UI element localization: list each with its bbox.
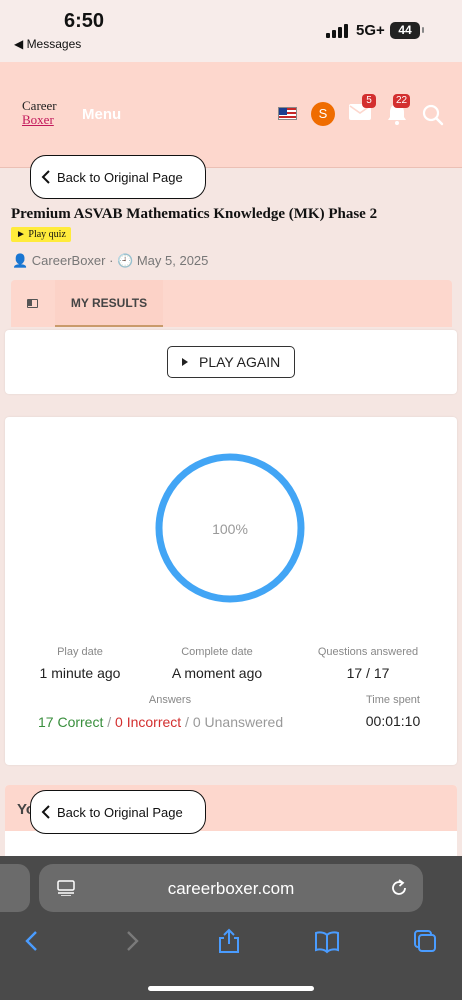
play-quiz-badge[interactable]: ► Play quiz: [11, 227, 71, 242]
play-again-card: PLAY AGAIN: [5, 330, 457, 394]
score-percent: 100%: [212, 521, 248, 537]
tab-my-results[interactable]: MY RESULTS: [55, 280, 163, 327]
correct-count: 17 Correct: [38, 714, 104, 730]
questions-answered-label: Questions answered: [317, 646, 419, 658]
time-spent-label: Time spent: [365, 694, 420, 706]
notifications-button[interactable]: 22: [385, 94, 411, 126]
chevron-left-icon: [41, 805, 50, 819]
questions-answered-value: 17 / 17: [346, 665, 390, 681]
network-label: 5G+: [356, 22, 385, 39]
us-flag-icon[interactable]: [278, 107, 297, 120]
home-indicator: [148, 986, 314, 991]
address-bar[interactable]: careerboxer.com: [39, 864, 423, 912]
results-card: 100% Play date 1 minute ago Complete dat…: [5, 417, 457, 765]
time-spent-value: 00:01:10: [365, 713, 421, 729]
forward-arrow-icon[interactable]: [118, 928, 144, 954]
complete-date-value: A moment ago: [171, 665, 263, 681]
back-to-original-page-button-floating[interactable]: Back to Original Page: [30, 790, 206, 834]
tabs-icon[interactable]: [412, 928, 438, 954]
back-to-original-page-button[interactable]: Back to Original Page: [30, 155, 206, 199]
url-text: careerboxer.com: [167, 879, 295, 898]
results-tabs: MY RESULTS: [11, 280, 452, 327]
avatar[interactable]: S: [311, 102, 335, 126]
answers-label: Answers: [148, 694, 192, 706]
complete-date-label: Complete date: [181, 646, 253, 658]
play-again-label: PLAY AGAIN: [199, 354, 281, 370]
back-to-messages-link[interactable]: ◀ Messages: [14, 37, 81, 51]
careerboxer-logo[interactable]: Career Boxer: [22, 99, 57, 127]
back-button-label: Back to Original Page: [57, 805, 183, 820]
battery-icon: 44: [390, 22, 424, 39]
answers-separator: /: [103, 714, 116, 730]
quiz-title: Premium ASVAB Mathematics Knowledge (MK)…: [11, 206, 378, 222]
mail-badge: 5: [362, 94, 376, 108]
answers-separator: /: [181, 714, 193, 730]
status-bar: 6:50 ◀ Messages 5G+ 44: [0, 0, 462, 62]
notifications-badge: 22: [393, 94, 411, 108]
unanswered-count: 0 Unanswered: [192, 714, 284, 730]
reload-icon[interactable]: [389, 878, 409, 898]
bookmarks-icon[interactable]: [314, 928, 340, 954]
browser-toolbar: careerboxer.com: [0, 856, 462, 1000]
sidebar-toggle-icon[interactable]: [27, 299, 38, 308]
logo-line2: Boxer: [22, 112, 54, 127]
previous-tab-preview[interactable]: [0, 864, 30, 912]
menu-button[interactable]: Menu: [82, 106, 121, 123]
answers-summary: 17 Correct / 0 Incorrect / 0 Unanswered: [38, 714, 283, 730]
play-again-button[interactable]: PLAY AGAIN: [167, 346, 295, 378]
site-header: Career Boxer Menu S 5 22: [0, 62, 462, 168]
logo-line1: Career: [22, 98, 57, 113]
chevron-left-icon: [41, 170, 50, 184]
mail-button[interactable]: 5: [348, 94, 376, 126]
back-arrow-icon[interactable]: [20, 928, 46, 954]
play-date-value: 1 minute ago: [39, 665, 121, 681]
play-date-label: Play date: [57, 646, 103, 658]
search-icon[interactable]: [422, 104, 444, 126]
signal-icon: [326, 24, 348, 38]
incorrect-count: 0 Incorrect: [115, 714, 182, 730]
clock: 6:50: [64, 10, 105, 32]
quiz-meta: 👤 CareerBoxer · 🕘 May 5, 2025: [12, 253, 209, 268]
play-icon: [182, 358, 188, 366]
share-icon[interactable]: [216, 928, 242, 954]
back-button-label: Back to Original Page: [57, 170, 183, 185]
